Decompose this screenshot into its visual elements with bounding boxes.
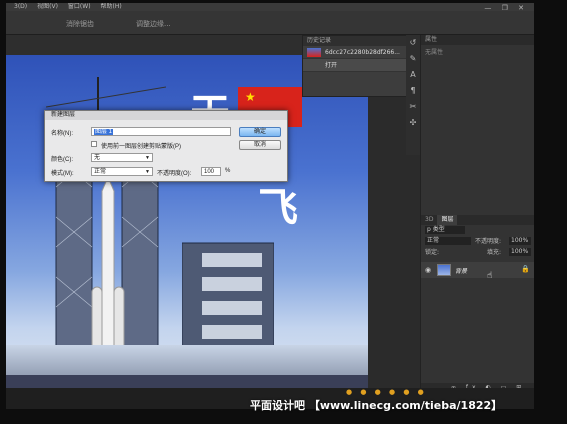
history-thumbnail <box>307 48 321 57</box>
menu-item-view[interactable]: 视图(V) <box>37 3 58 11</box>
menu-item-3d[interactable]: 3(D) <box>14 3 27 11</box>
chevron-down-icon: ▼ <box>145 169 150 175</box>
mode-label: 模式(M): <box>51 171 74 177</box>
cancel-button[interactable]: 取消 <box>239 140 281 150</box>
layer-kind-filter[interactable]: p 类型 <box>425 226 465 234</box>
opacity-label: 不透明度(O): <box>157 171 192 177</box>
new-layer-dialog: 新建图层 名称(N): 图层 1 确定 取消 使用前一图层创建剪贴蒙版(P) 颜… <box>44 110 288 182</box>
ok-button[interactable]: 确定 <box>239 127 281 137</box>
refine-edge-button[interactable]: 调整边缘... <box>136 19 171 29</box>
photoshop-window: 3(D) 视图(V) 窗口(W) 帮助(H) — ❐ ✕ 消除锯齿 调整边缘..… <box>6 3 534 409</box>
history-step-open[interactable]: 打开 <box>303 59 413 72</box>
visibility-eye-icon[interactable]: ◉ <box>425 266 431 274</box>
canvas-title-char-2: 飞 <box>258 184 298 231</box>
clip-mask-label: 使用前一图层创建剪贴蒙版(P) <box>101 144 181 150</box>
history-snapshot-name: 6dcc27c2280b28df266... <box>325 49 400 56</box>
opacity-unit: % <box>225 168 231 174</box>
menu-bar: 3(D) 视图(V) 窗口(W) 帮助(H) <box>6 3 534 11</box>
adjustments-icon[interactable]: ✣ <box>406 115 420 131</box>
opacity-field[interactable]: 100% <box>509 237 531 245</box>
fill-field[interactable]: 100% <box>509 248 531 256</box>
service-gantry-graphic <box>182 242 274 361</box>
layer-name-value: 图层 1 <box>94 129 114 135</box>
name-label: 名称(N): <box>51 131 73 137</box>
layer-thumbnail <box>437 264 451 276</box>
layer-background[interactable]: ◉ 背景 🔒 <box>421 262 534 278</box>
history-snapshot[interactable]: 6dcc27c2280b28df266... <box>303 46 413 59</box>
mode-select-value: 正常 <box>94 169 107 175</box>
monitor-bezel: 3(D) 视图(V) 窗口(W) 帮助(H) — ❐ ✕ 消除锯齿 调整边缘..… <box>0 0 567 424</box>
document-tab-strip <box>6 35 302 55</box>
blend-mode-select[interactable]: 正常 <box>425 237 471 245</box>
lock-fill-row: 锁定: 填充: 100% <box>421 247 534 258</box>
color-select-value: 无 <box>94 155 101 161</box>
dialog-opacity-input[interactable]: 100 <box>201 167 221 176</box>
flag-star-icon: ★ <box>245 90 256 104</box>
dialog-opacity-value: 100 <box>204 169 215 175</box>
menu-item-help[interactable]: 帮助(H) <box>101 3 122 11</box>
blend-opacity-row: 正常 不透明度: 100% <box>421 236 534 247</box>
clip-mask-checkbox[interactable] <box>91 141 97 147</box>
lock-label: 锁定: <box>425 249 440 256</box>
history-panel: 历史记录 6dcc27c2280b28df266... 打开 <box>302 35 414 97</box>
watermark-text: 平面设计吧 【www.linecg.com/tieba/1822】 <box>250 399 503 412</box>
hand-cursor-icon: ☝ <box>487 271 493 281</box>
tool-presets-icon[interactable]: ✂ <box>406 99 420 115</box>
layers-panel: 3D 图层 p 类型 正常 不透明度: 100% 锁定: 填充: 100% ◉ … <box>420 215 534 401</box>
properties-panel: 属性 无属性 <box>420 35 534 215</box>
antialias-option[interactable]: 消除锯齿 <box>66 19 94 29</box>
character-icon[interactable]: A <box>406 67 420 83</box>
dialog-title: 新建图层 <box>45 111 287 120</box>
layer-name-input[interactable]: 图层 1 <box>91 127 231 136</box>
fill-label: 填充: <box>487 249 502 256</box>
tab-3d[interactable]: 3D <box>421 215 437 225</box>
history-icon[interactable]: ↺ <box>406 35 420 51</box>
chevron-down-icon: ▼ <box>145 155 150 161</box>
document-canvas[interactable]: ★ 天 飞 <box>6 55 368 388</box>
layer-name: 背景 <box>455 268 468 275</box>
mode-select[interactable]: 正常 ▼ <box>91 167 153 176</box>
lock-icon: 🔒 <box>521 265 530 273</box>
paragraph-icon[interactable]: ¶ <box>406 83 420 99</box>
menu-item-window[interactable]: 窗口(W) <box>68 3 91 11</box>
properties-panel-header[interactable]: 属性 <box>421 35 534 45</box>
launch-pad-base <box>6 375 368 388</box>
color-label: 颜色(C): <box>51 157 73 163</box>
history-panel-header[interactable]: 历史记录 <box>303 36 413 46</box>
properties-empty-text: 无属性 <box>425 49 444 56</box>
taskbar-icons[interactable]: ● ● ● ● ● ● <box>346 388 427 396</box>
tab-layers[interactable]: 图层 <box>437 215 458 225</box>
color-select[interactable]: 无 ▼ <box>91 153 153 162</box>
opacity-label: 不透明度: <box>475 238 502 245</box>
layers-panel-tabs: 3D 图层 <box>421 215 534 225</box>
brush-icon[interactable]: ✎ <box>406 51 420 67</box>
history-step-label: 打开 <box>325 62 338 69</box>
options-bar: 消除锯齿 调整边缘... <box>6 11 534 35</box>
panel-icon-strip: ↺ ✎ A ¶ ✂ ✣ <box>406 35 420 155</box>
layer-filter-row: p 类型 <box>421 225 534 236</box>
